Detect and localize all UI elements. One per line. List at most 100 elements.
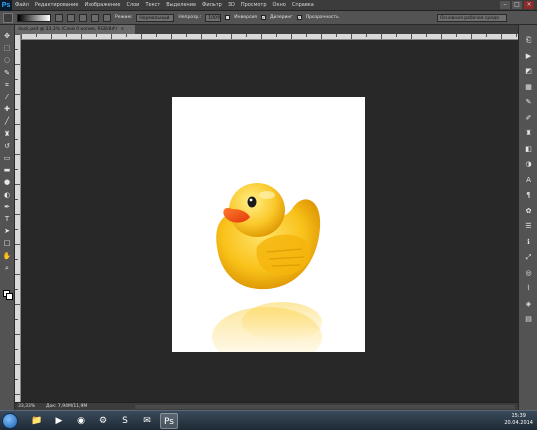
layers-panel-icon[interactable]: ◈ xyxy=(523,299,534,310)
media-player-taskbar-icon[interactable]: ▶ xyxy=(50,413,68,429)
options-bar: Режим: Нормальный Непрозр.: 100% Инверси… xyxy=(0,11,537,25)
gradient-tool-icon[interactable]: ▬ xyxy=(2,165,12,175)
history-panel-icon[interactable]: ⎗ xyxy=(523,35,534,46)
clone-stamp-tool-icon[interactable]: ♜ xyxy=(2,129,12,139)
mode-select[interactable]: Нормальный xyxy=(136,13,175,22)
gradient-picker[interactable] xyxy=(17,13,51,22)
menu-item[interactable]: Слои xyxy=(123,2,142,8)
ruler-tick xyxy=(486,34,487,37)
linear-gradient-button[interactable] xyxy=(55,13,63,22)
channels-panel-icon[interactable]: ◎ xyxy=(523,268,534,279)
ruler-tick xyxy=(15,34,20,35)
document-tab[interactable]: duck.psd @ 33,3% (Слой 0 копия, RGB/8#) … xyxy=(15,25,135,34)
maximize-button[interactable]: □ xyxy=(512,1,522,9)
adjustments-panel-icon[interactable]: ◑ xyxy=(523,159,534,170)
dither-checkbox[interactable]: ✓ xyxy=(260,15,266,20)
transparency-checkbox[interactable]: ✓ xyxy=(296,15,302,20)
menu-item[interactable]: Справка xyxy=(289,2,317,8)
color-panel-icon[interactable]: ◩ xyxy=(523,66,534,77)
navigator-panel-icon[interactable]: ⤢ xyxy=(523,252,534,263)
ruler-tick xyxy=(15,49,18,50)
menu-item[interactable]: Редактирование xyxy=(32,2,82,8)
windows-taskbar: 15:39 20.04.2014 📁 ▶ ◉ ⚙ S ✉ Ps xyxy=(0,410,537,430)
mode-label: Режим: xyxy=(115,15,133,20)
path-select-tool-icon[interactable]: ➤ xyxy=(2,226,12,236)
blur-tool-icon[interactable]: ● xyxy=(2,177,12,187)
lasso-tool-icon[interactable]: ◌ xyxy=(2,55,12,65)
radial-gradient-button[interactable] xyxy=(67,13,75,22)
ruler-tick xyxy=(306,34,307,37)
photoshop-taskbar-icon[interactable]: Ps xyxy=(160,413,178,429)
close-button[interactable]: × xyxy=(524,1,534,9)
skype-taskbar-icon[interactable]: S xyxy=(116,413,134,429)
reflected-gradient-button[interactable] xyxy=(91,13,99,22)
ruler-tick xyxy=(276,34,277,37)
diamond-gradient-button[interactable] xyxy=(103,13,111,22)
history-brush-tool-icon[interactable]: ↺ xyxy=(2,141,12,151)
menu-item[interactable]: Текст xyxy=(142,2,163,8)
document-tab-close-icon[interactable]: × xyxy=(121,27,125,32)
type-tool-icon[interactable]: T xyxy=(2,214,12,224)
layer-comps-panel-icon[interactable]: ▤ xyxy=(523,314,534,325)
minimize-button[interactable]: – xyxy=(500,1,510,9)
zoom-tool-icon[interactable]: ⌕ xyxy=(2,263,12,273)
angle-gradient-button[interactable] xyxy=(79,13,87,22)
paths-panel-icon[interactable]: ⌇ xyxy=(523,283,534,294)
hand-tool-icon[interactable]: ✋ xyxy=(2,251,12,261)
menu-item[interactable]: 3D xyxy=(225,2,238,8)
horizontal-scrollbar[interactable] xyxy=(135,405,515,409)
chrome-taskbar-icon[interactable]: ◉ xyxy=(72,413,90,429)
pen-tool-icon[interactable]: ✒ xyxy=(2,202,12,212)
info-panel-icon[interactable]: ℹ xyxy=(523,237,534,248)
start-button[interactable] xyxy=(2,413,18,429)
ruler-tick xyxy=(186,34,187,37)
brush-tool-icon[interactable]: ╱ xyxy=(2,116,12,126)
photoshop-logo: Ps xyxy=(0,0,12,11)
swatches-panel-icon[interactable]: ▦ xyxy=(523,82,534,93)
eraser-tool-icon[interactable]: ▭ xyxy=(2,153,12,163)
menu-item[interactable]: Просмотр xyxy=(238,2,270,8)
move-tool-icon[interactable]: ✥ xyxy=(2,31,12,41)
paragraph-panel-icon[interactable]: ¶ xyxy=(523,190,534,201)
canvas-area[interactable] xyxy=(21,40,518,402)
menu-item[interactable]: Файл xyxy=(12,2,32,8)
quick-select-tool-icon[interactable]: ✎ xyxy=(2,68,12,78)
healing-brush-tool-icon[interactable]: ✚ xyxy=(2,104,12,114)
background-color-swatch[interactable] xyxy=(6,293,13,300)
ruler-tick xyxy=(426,34,427,37)
marquee-tool-icon[interactable]: ⬚ xyxy=(2,43,12,53)
workspace-select[interactable]: Основная рабочая среда xyxy=(437,14,507,22)
ruler-tick xyxy=(15,259,18,260)
ruler-tick xyxy=(15,139,18,140)
mail-taskbar-icon[interactable]: ✉ xyxy=(138,413,156,429)
dodge-tool-icon[interactable]: ◐ xyxy=(2,190,12,200)
shape-tool-icon[interactable]: □ xyxy=(2,238,12,248)
brush-presets-panel-icon[interactable]: ✐ xyxy=(523,113,534,124)
document-info[interactable]: Док: 7,94M/11,9M xyxy=(46,404,87,409)
styles-panel-icon[interactable]: ◧ xyxy=(523,144,534,155)
menu-item[interactable]: Выделение xyxy=(163,2,199,8)
ruler-tick xyxy=(156,34,157,37)
ruler-tick xyxy=(246,34,247,37)
opacity-field[interactable]: 100% xyxy=(205,13,222,22)
properties-panel-icon[interactable]: ☰ xyxy=(523,221,534,232)
brush-panel-icon[interactable]: ✎ xyxy=(523,97,534,108)
explorer-taskbar-icon[interactable]: 📁 xyxy=(28,413,46,429)
zoom-level[interactable]: 33,33% xyxy=(18,404,40,409)
ruler-tick xyxy=(15,79,18,80)
clone-source-panel-icon[interactable]: ♜ xyxy=(523,128,534,139)
menu-item[interactable]: Фильтр xyxy=(199,2,225,8)
steam-taskbar-icon[interactable]: ⚙ xyxy=(94,413,112,429)
document-canvas[interactable] xyxy=(172,97,365,367)
inversion-checkbox[interactable] xyxy=(225,15,231,20)
crop-tool-icon[interactable]: ⌗ xyxy=(2,80,12,90)
actions-panel-icon[interactable]: ▶ xyxy=(523,51,534,62)
eyedropper-tool-icon[interactable]: ⁄ xyxy=(2,92,12,102)
tool-preset-picker[interactable] xyxy=(3,12,13,23)
system-clock[interactable]: 15:39 20.04.2014 xyxy=(504,413,533,427)
character-panel-icon[interactable]: A xyxy=(523,175,534,186)
3d-panel-icon[interactable]: ✿ xyxy=(523,206,534,217)
menu-item[interactable]: Окно xyxy=(270,2,289,8)
menu-item[interactable]: Изображение xyxy=(81,2,123,8)
window-controls: – □ × xyxy=(500,1,534,9)
